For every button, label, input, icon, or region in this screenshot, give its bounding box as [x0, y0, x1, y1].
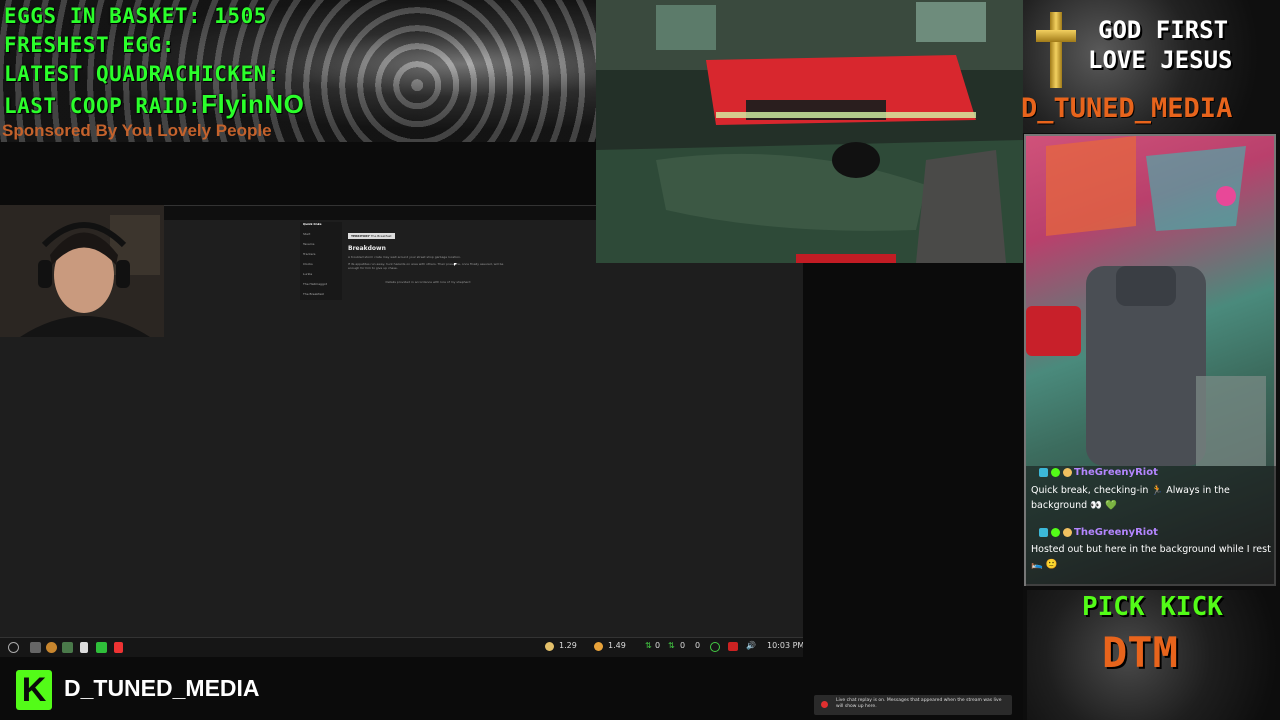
- coin-icon: [594, 642, 603, 651]
- chat-message: Quick break, checking-in 🏃 Always in the…: [1031, 485, 1230, 511]
- file-icon[interactable]: [80, 642, 88, 653]
- webcam-streamer: [0, 205, 164, 337]
- stat-value: 1.29: [559, 641, 577, 650]
- volume-icon[interactable]: 🔊: [746, 641, 756, 650]
- site-content: TERRITORY The Breakfast Breakdown A trou…: [348, 222, 508, 292]
- app-icon[interactable]: [46, 642, 57, 653]
- freshest-egg-label: FRESHEST EGG:: [4, 33, 175, 57]
- eggs-counter: EGGS IN BASKET: 1505: [4, 4, 267, 28]
- overlay-background: EGGS IN BASKET: 1505 FRESHEST EGG: LATES…: [0, 0, 596, 142]
- site-paragraph: If its appetites run away, tuck hazards …: [348, 262, 504, 270]
- chat-message: Hosted out but here in the background wh…: [1031, 544, 1271, 570]
- site-paragraph: A troubled storm crate may wait around y…: [348, 255, 461, 259]
- document-icon[interactable]: [114, 642, 123, 653]
- coop-raid-text: LAST COOP RAID:: [4, 94, 202, 118]
- net-value: 0: [655, 641, 661, 650]
- security-icon[interactable]: [728, 642, 738, 651]
- browser-top-bar: [163, 205, 596, 220]
- site-heading: Breakdown: [348, 245, 386, 252]
- mouse-cursor: [454, 263, 457, 266]
- bedroom-scene: [596, 0, 1023, 263]
- app-icon[interactable]: [96, 642, 107, 653]
- net-value: 0: [680, 641, 686, 650]
- overlay-strip: [0, 142, 596, 205]
- net-value: 0: [695, 641, 701, 650]
- pick-kick-text: PICK KICK: [1082, 592, 1223, 622]
- nav-item[interactable]: Taverns: [300, 242, 342, 252]
- channel-name: D_TUNED_MEDIA: [64, 675, 260, 701]
- subscriber-badge-icon: [1051, 468, 1060, 477]
- cross-icon: [1036, 12, 1076, 88]
- nav-item[interactable]: Trackers: [300, 252, 342, 262]
- chat-overlay: TheGreenyRiot Quick break, checking-in 🏃…: [1026, 466, 1276, 586]
- channel-title: D_TUNED_MEDIA: [1021, 93, 1233, 124]
- subscriber-badge-icon: [1051, 528, 1060, 537]
- nav-title: Quick links: [303, 222, 322, 226]
- live-dot-icon: [821, 701, 828, 708]
- bedroom-camera: [596, 0, 1023, 263]
- stat-value: 1.49: [608, 641, 626, 650]
- dtm-logo-text: DTM: [1102, 628, 1178, 677]
- site-tag: TERRITORY The Breakfast: [348, 233, 395, 239]
- app-icon[interactable]: [30, 642, 41, 653]
- folder-icon[interactable]: [62, 642, 73, 653]
- quadrachicken-label: LATEST QUADRACHICKEN:: [4, 62, 281, 86]
- coop-raid-name: FlyinNO: [201, 89, 305, 119]
- god-first-text: GOD FIRST: [1098, 16, 1229, 44]
- nav-item[interactable]: Lurkle: [300, 272, 342, 282]
- site-footer: Details provided in accordance with lore…: [385, 280, 471, 284]
- kick-logo-letter: K: [21, 671, 47, 709]
- black-gap: [803, 263, 1023, 720]
- site-nav: Quick links Start Taverns Trackers Clock…: [300, 222, 342, 300]
- car-seat-scene: [1026, 136, 1266, 466]
- nav-item[interactable]: Clocks: [300, 262, 342, 272]
- kick-logo-icon: K: [16, 670, 52, 710]
- coop-raid-label: LAST COOP RAID:FlyinNO: [4, 89, 304, 120]
- nav-item[interactable]: The Hallmaggot: [300, 282, 342, 292]
- streamer-figure: [0, 205, 164, 337]
- love-jesus-text: LOVE JESUS: [1088, 46, 1233, 74]
- chat-replay-notice: Live chat replay is on. Messages that ap…: [814, 695, 1012, 715]
- network-icon: ⇅: [645, 641, 652, 650]
- chat-username[interactable]: TheGreenyRiot: [1074, 527, 1158, 538]
- cpu-icon: [545, 642, 554, 651]
- tag-subtext: The Breakfast: [370, 234, 392, 238]
- verified-badge-icon: [1039, 528, 1048, 537]
- gift-badge-icon: [1063, 528, 1072, 537]
- clock[interactable]: 10:03 PM: [767, 641, 804, 650]
- sponsor-text: Sponsored By You Lovely People: [2, 121, 272, 140]
- tag-text: TERRITORY: [351, 234, 370, 238]
- update-icon[interactable]: [710, 642, 720, 652]
- nav-item[interactable]: The Breakfast: [300, 292, 342, 302]
- chat-username[interactable]: TheGreenyRiot: [1074, 467, 1158, 478]
- nav-item[interactable]: Start: [300, 232, 342, 242]
- verified-badge-icon: [1039, 468, 1048, 477]
- replay-text: Live chat replay is on. Messages that ap…: [836, 698, 1002, 709]
- taskbar: 1.29 1.49 ⇅ 0 ⇅ 0 0 🔊 10:03 PM: [0, 637, 804, 658]
- gift-badge-icon: [1063, 468, 1072, 477]
- network-icon: ⇅: [668, 641, 675, 650]
- power-icon[interactable]: [8, 642, 19, 653]
